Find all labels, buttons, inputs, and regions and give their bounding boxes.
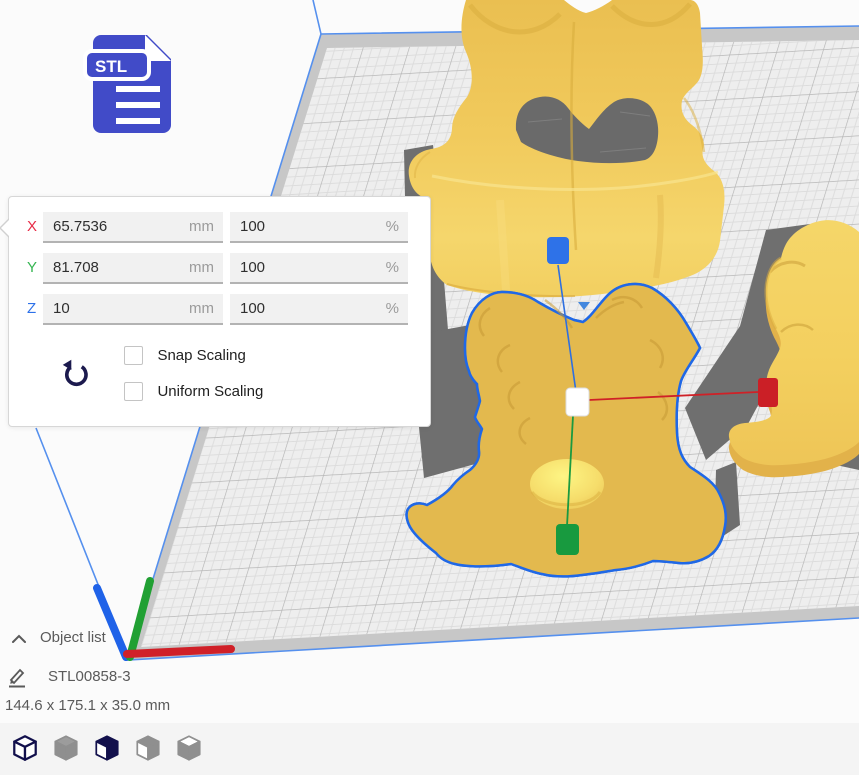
uniform-scaling-option: Uniform Scaling xyxy=(124,382,263,401)
view-top-button[interactable] xyxy=(92,733,122,763)
snap-scaling-option: Snap Scaling xyxy=(124,346,246,365)
scale-y-percent-input[interactable] xyxy=(230,253,408,282)
scale-x-percent-input[interactable] xyxy=(230,212,408,241)
gizmo-x-handle[interactable] xyxy=(758,378,778,407)
camera-view-toolbar xyxy=(0,723,859,775)
view-front-icon xyxy=(51,733,81,763)
view-left-icon xyxy=(133,733,163,763)
view-right-icon xyxy=(174,733,204,763)
object-list-item[interactable]: STL00858-3 xyxy=(6,666,226,688)
scale-row-x: X mm % xyxy=(9,212,430,243)
axis-x-label: X xyxy=(27,218,43,235)
object-dimensions: 144.6 x 175.1 x 35.0 mm xyxy=(5,697,170,714)
mold-egg-dome xyxy=(530,459,604,509)
view-3d-icon xyxy=(10,733,40,763)
stl-file-icon: STL xyxy=(83,33,175,135)
reset-scale-button[interactable] xyxy=(60,358,92,390)
snap-scaling-checkbox[interactable] xyxy=(124,346,143,365)
scale-row-y: Y mm % xyxy=(9,253,430,284)
scale-row-z: Z mm % xyxy=(9,294,430,325)
scale-x-size-input[interactable] xyxy=(43,212,223,241)
scale-tool-panel: X mm % Y mm % Z mm % xyxy=(8,196,431,427)
chevron-up-icon xyxy=(10,632,28,646)
view-3d-button[interactable] xyxy=(10,733,40,763)
object-name: STL00858-3 xyxy=(48,668,131,685)
snap-scaling-label: Snap Scaling xyxy=(157,346,245,365)
reset-scale-icon xyxy=(60,358,92,390)
view-front-button[interactable] xyxy=(51,733,81,763)
axis-z-label: Z xyxy=(27,300,43,317)
gizmo-z-handle[interactable] xyxy=(547,237,569,264)
gizmo-y-handle[interactable] xyxy=(556,524,579,555)
view-left-button[interactable] xyxy=(133,733,163,763)
gizmo-center-handle[interactable] xyxy=(566,388,589,416)
view-top-icon xyxy=(92,733,122,763)
object-list-header[interactable]: Object list xyxy=(8,629,228,649)
view-right-button[interactable] xyxy=(174,733,204,763)
axis-y-label: Y xyxy=(27,259,43,276)
uniform-scaling-label: Uniform Scaling xyxy=(157,382,263,401)
scale-z-percent-input[interactable] xyxy=(230,294,408,323)
scale-z-size-input[interactable] xyxy=(43,294,223,323)
stl-label: STL xyxy=(95,57,127,76)
object-list-title: Object list xyxy=(40,629,106,646)
pencil-icon xyxy=(6,666,28,688)
uniform-scaling-checkbox[interactable] xyxy=(124,382,143,401)
cura-3d-slicer-window: STL X mm % Y mm % Z mm % xyxy=(0,0,859,775)
origin-x-axis xyxy=(127,649,231,654)
scale-y-size-input[interactable] xyxy=(43,253,223,282)
